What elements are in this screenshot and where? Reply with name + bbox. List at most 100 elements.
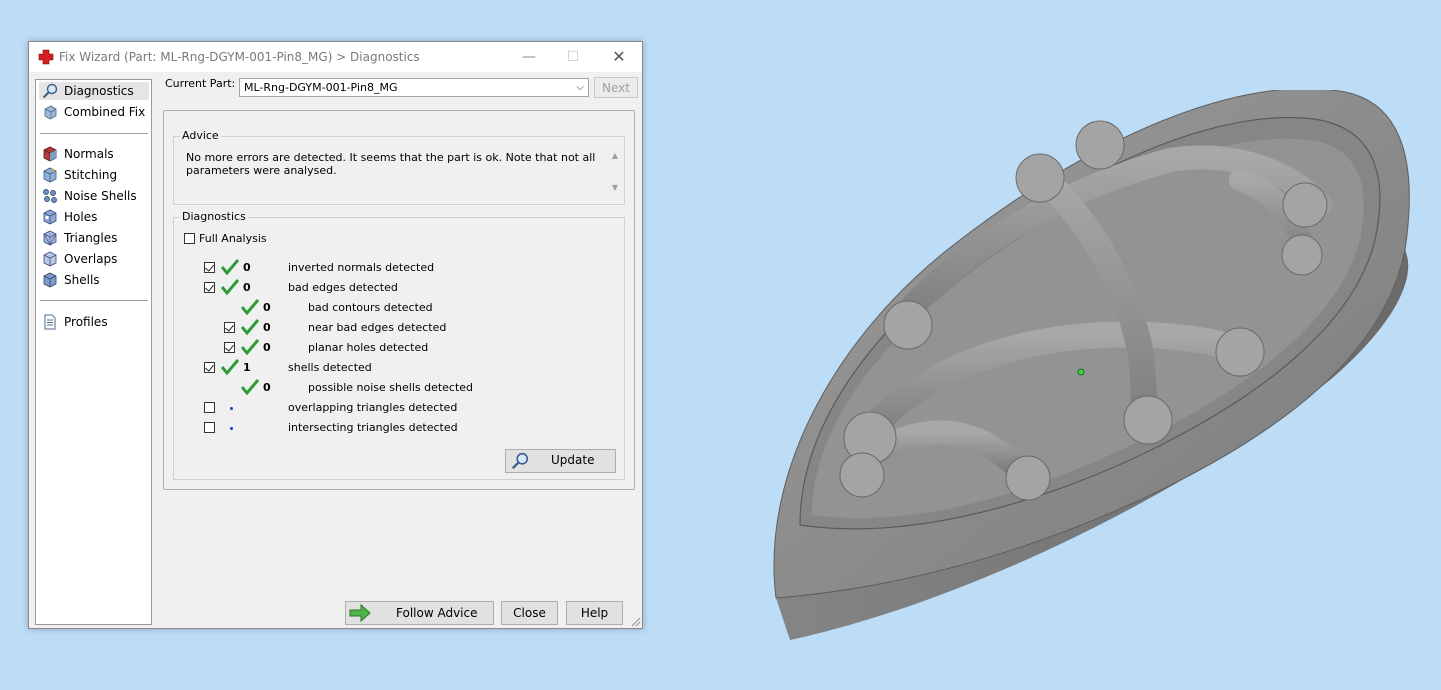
row-checkbox[interactable] — [224, 342, 235, 353]
row-checkbox[interactable] — [204, 262, 215, 273]
row-count: 0 — [263, 341, 271, 354]
row-label: bad edges detected — [288, 281, 398, 294]
row-label: inverted normals detected — [288, 261, 435, 274]
nav-label: Combined Fix — [64, 105, 146, 119]
triangles-cube-icon — [43, 230, 57, 246]
advice-text: No more errors are detected. It seems th… — [186, 151, 596, 191]
next-button[interactable]: Next — [594, 77, 638, 98]
nav-label: Normals — [64, 147, 114, 161]
update-button[interactable]: Update — [505, 449, 616, 473]
nav-item-diagnostics[interactable]: Diagnostics — [39, 82, 149, 100]
nav-item-shells[interactable]: Shells — [39, 271, 149, 289]
pending-dot-icon — [230, 407, 233, 410]
wizard-nav: Diagnostics Combined Fix Normals Stitchi… — [35, 79, 152, 625]
row-count: 0 — [243, 281, 251, 294]
full-analysis-label: Full Analysis — [199, 232, 267, 245]
diagnostics-panel: Advice No more errors are detected. It s… — [163, 110, 635, 490]
current-part-label: Current Part: — [165, 77, 236, 90]
stitching-cube-icon — [43, 167, 57, 183]
row-checkbox[interactable] — [204, 282, 215, 293]
holes-cube-icon — [43, 209, 57, 225]
nav-label: Diagnostics — [64, 84, 134, 98]
window-title: Fix Wizard (Part: ML-Rng-DGYM-001-Pin8_M… — [59, 50, 420, 64]
check-green-icon — [221, 359, 239, 375]
check-green-icon — [241, 299, 259, 315]
follow-advice-button[interactable]: Follow Advice — [345, 601, 494, 625]
row-label: intersecting triangles detected — [288, 421, 458, 434]
magnifier-icon — [42, 83, 58, 99]
diagnostics-title: Diagnostics — [180, 210, 248, 223]
nav-item-triangles[interactable]: Triangles — [39, 229, 149, 247]
nav-label: Holes — [64, 210, 98, 224]
row-checkbox[interactable] — [204, 422, 215, 433]
nav-item-profiles[interactable]: Profiles — [39, 313, 149, 331]
row-count: 1 — [243, 361, 251, 374]
fix-wizard-window: Fix Wizard (Part: ML-Rng-DGYM-001-Pin8_M… — [28, 41, 643, 629]
resize-grip-icon[interactable] — [631, 617, 641, 627]
nav-label: Shells — [64, 273, 100, 287]
selection-marker[interactable] — [1077, 368, 1085, 376]
row-checkbox[interactable] — [224, 322, 235, 333]
update-label: Update — [551, 453, 595, 467]
row-count: 0 — [263, 381, 271, 394]
chevron-down-icon: ⌵ — [576, 82, 584, 93]
nav-divider — [40, 133, 148, 134]
row-checkbox[interactable] — [204, 362, 215, 373]
close-window-button[interactable]: ✕ — [597, 42, 641, 72]
row-count: 0 — [263, 301, 271, 314]
model-knob — [1075, 120, 1125, 170]
normals-cube-icon — [43, 146, 57, 162]
nav-label: Overlaps — [64, 252, 118, 266]
follow-advice-label: Follow Advice — [396, 606, 478, 620]
nav-item-noise-shells[interactable]: Noise Shells — [39, 187, 149, 205]
nav-item-overlaps[interactable]: Overlaps — [39, 250, 149, 268]
3d-model-viewport[interactable] — [760, 90, 1420, 650]
nav-label: Profiles — [64, 315, 108, 329]
row-label: planar holes detected — [308, 341, 429, 354]
row-label: overlapping triangles detected — [288, 401, 458, 414]
arrow-right-icon — [349, 604, 371, 622]
scroll-up-icon[interactable]: ▲ — [612, 151, 618, 160]
row-label: possible noise shells detected — [308, 381, 474, 394]
nav-item-stitching[interactable]: Stitching — [39, 166, 149, 184]
help-button[interactable]: Help — [566, 601, 623, 625]
magnifier-icon — [511, 452, 529, 470]
row-count: 0 — [243, 261, 251, 274]
row-label: shells detected — [288, 361, 372, 374]
nav-item-combined-fix[interactable]: Combined Fix — [39, 103, 149, 121]
check-green-icon — [221, 279, 239, 295]
app-cross-icon — [38, 49, 54, 65]
row-label: near bad edges detected — [308, 321, 447, 334]
nav-label: Noise Shells — [64, 189, 137, 203]
advice-group: Advice No more errors are detected. It s… — [173, 129, 625, 205]
full-analysis-checkbox[interactable] — [184, 233, 195, 244]
diagnostics-group: Diagnostics Full Analysis 0 inverted nor… — [173, 210, 625, 480]
model-knob — [839, 452, 885, 498]
pending-dot-icon — [230, 427, 233, 430]
noise-shells-icon — [43, 189, 57, 203]
close-button[interactable]: Close — [501, 601, 558, 625]
model-knob — [1015, 153, 1065, 203]
check-green-icon — [241, 319, 259, 335]
nav-item-holes[interactable]: Holes — [39, 208, 149, 226]
shells-cube-icon — [43, 272, 57, 288]
overlaps-cube-icon — [43, 251, 57, 267]
model-knob — [1281, 234, 1323, 276]
nav-item-normals[interactable]: Normals — [39, 145, 149, 163]
model-knob — [883, 300, 933, 350]
current-part-value: ML-Rng-DGYM-001-Pin8_MG — [244, 81, 398, 94]
title-bar[interactable]: Fix Wizard (Part: ML-Rng-DGYM-001-Pin8_M… — [29, 42, 642, 72]
scroll-down-icon[interactable]: ▼ — [612, 183, 618, 192]
advice-title: Advice — [180, 129, 221, 142]
profiles-document-icon — [44, 314, 56, 330]
current-part-dropdown[interactable]: ML-Rng-DGYM-001-Pin8_MG ⌵ — [239, 78, 589, 97]
minimize-button[interactable]: — — [507, 42, 551, 72]
maximize-button[interactable]: ☐ — [551, 42, 595, 72]
row-checkbox[interactable] — [204, 402, 215, 413]
model-knob — [1123, 395, 1173, 445]
model-knob — [1282, 182, 1328, 228]
check-green-icon — [241, 379, 259, 395]
check-green-icon — [241, 339, 259, 355]
model-knob — [1005, 455, 1051, 501]
nav-label: Stitching — [64, 168, 118, 182]
